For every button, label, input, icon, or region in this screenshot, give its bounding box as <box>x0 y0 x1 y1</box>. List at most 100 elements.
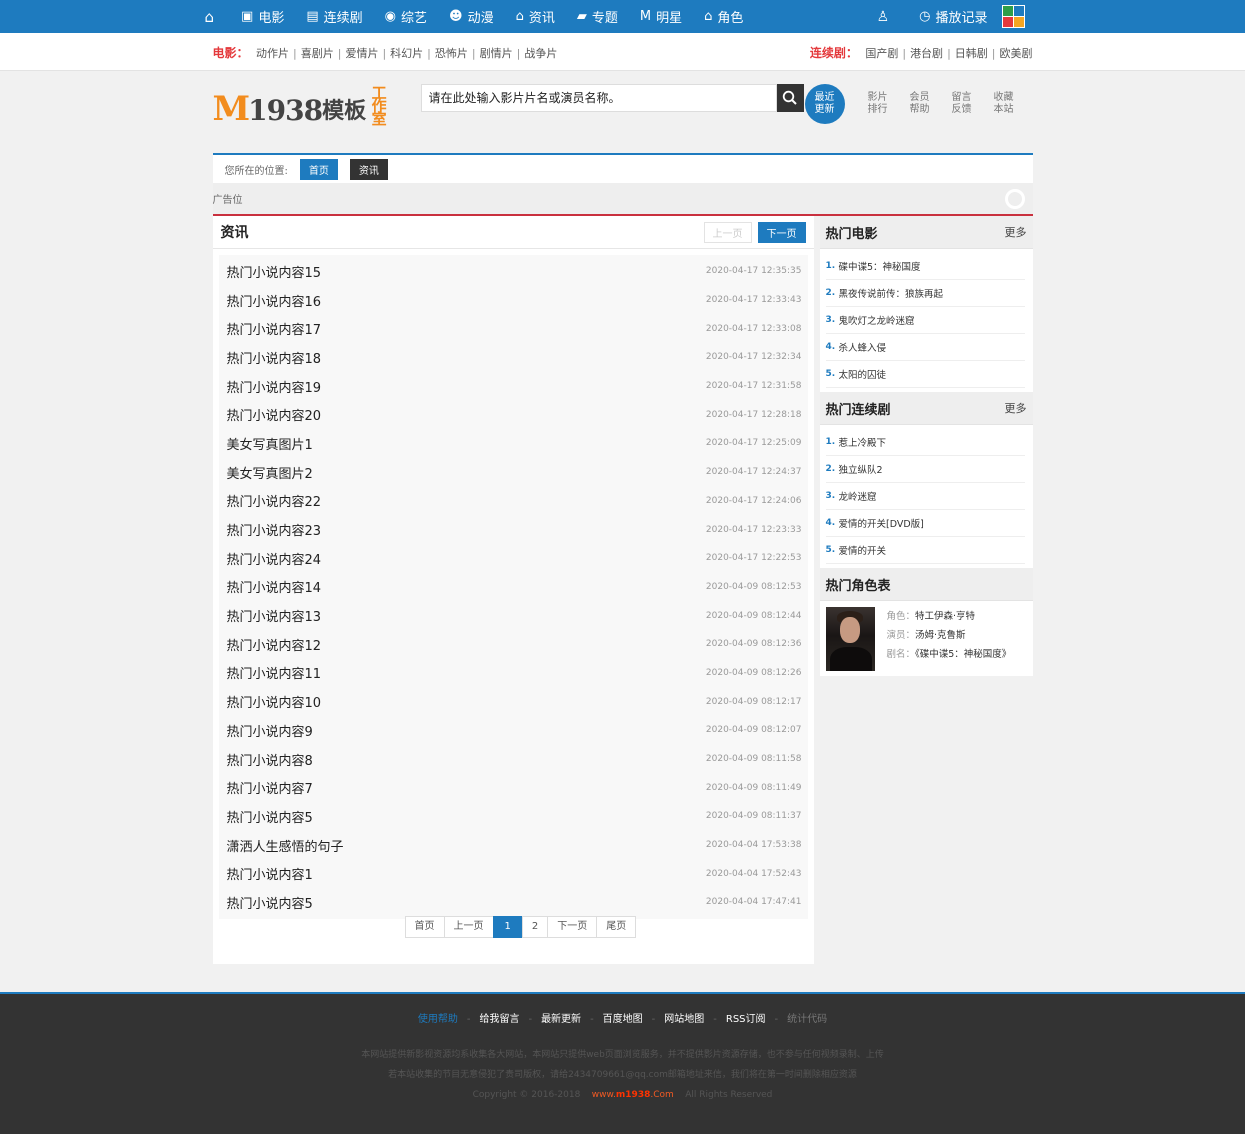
quick-link-1[interactable]: 会员 帮助 <box>899 92 941 116</box>
site-logo[interactable]: M 1938 模板 工作室 <box>213 86 391 127</box>
footer-link[interactable]: 给我留言 <box>479 1014 519 1025</box>
home-link[interactable]: ⌂ <box>205 0 231 33</box>
news-title-link[interactable]: 热门小说内容9 <box>227 721 313 740</box>
news-title-link[interactable]: 热门小说内容23 <box>227 520 322 539</box>
list-item[interactable]: 热门小说内容16 2020-04-17 12:33:43 <box>219 286 808 315</box>
prev-page-button[interactable]: 上一页 <box>703 221 752 243</box>
pager-item[interactable]: 尾页 <box>596 916 637 938</box>
search-input[interactable]: 请在此处输入影片片名或演员名称。 <box>420 84 777 112</box>
sidebar-list-item[interactable]: 3. 龙岭迷窟 <box>825 483 1025 510</box>
list-item[interactable]: 热门小说内容20 2020-04-17 12:28:18 <box>219 400 808 429</box>
recent-update-button[interactable]: 最近 更新 <box>804 84 845 124</box>
sidebar-list-item[interactable]: 1. 惹上冷殿下 <box>825 429 1025 456</box>
news-title-link[interactable]: 热门小说内容1 <box>227 864 313 883</box>
list-item[interactable]: 热门小说内容11 2020-04-09 08:12:26 <box>219 659 808 688</box>
pager-item[interactable]: 首页 <box>404 916 445 938</box>
news-title-link[interactable]: 热门小说内容24 <box>227 549 322 568</box>
series-category-link[interactable]: 港台剧 <box>910 47 943 60</box>
nav-item-1[interactable]: ▤ 连续剧 <box>295 0 373 33</box>
sidebar-list-item[interactable]: 2. 独立纵队2 <box>825 456 1025 483</box>
list-item[interactable]: 热门小说内容8 2020-04-09 08:11:58 <box>219 745 808 774</box>
actor-value[interactable]: 汤姆·克鲁斯 <box>915 630 966 641</box>
news-title-link[interactable]: 热门小说内容7 <box>227 778 313 797</box>
news-title-link[interactable]: 热门小说内容11 <box>227 663 322 682</box>
footer-link[interactable]: 百度地图 <box>603 1014 643 1025</box>
user-link[interactable]: ♙ <box>866 0 906 33</box>
series-category-link[interactable]: 欧美剧 <box>1000 47 1033 60</box>
list-item[interactable]: 热门小说内容22 2020-04-17 12:24:06 <box>219 487 808 516</box>
sidebar-list-item[interactable]: 4. 爱情的开关[DVD版] <box>825 510 1025 537</box>
role-value[interactable]: 特工伊森·亨特 <box>915 611 975 622</box>
movie-category-link[interactable]: 战争片 <box>524 47 557 60</box>
list-item[interactable]: 热门小说内容15 2020-04-17 12:35:35 <box>219 257 808 286</box>
series-category-link[interactable]: 日韩剧 <box>955 47 988 60</box>
news-title-link[interactable]: 热门小说内容15 <box>227 262 322 281</box>
search-button[interactable] <box>776 84 804 112</box>
list-item[interactable]: 热门小说内容19 2020-04-17 12:31:58 <box>219 372 808 401</box>
nav-item-7[interactable]: ⌂ 角色 <box>693 0 754 33</box>
list-item[interactable]: 热门小说内容13 2020-04-09 08:12:44 <box>219 601 808 630</box>
list-item[interactable]: 美女写真图片1 2020-04-17 12:25:09 <box>219 429 808 458</box>
nav-item-0[interactable]: ▣ 电影 <box>230 0 295 33</box>
news-title-link[interactable]: 热门小说内容13 <box>227 606 322 625</box>
movie-category-link[interactable]: 喜剧片 <box>301 47 334 60</box>
pager-item[interactable]: 1 <box>492 916 523 938</box>
news-title-link[interactable]: 热门小说内容12 <box>227 635 322 654</box>
list-item[interactable]: 潇洒人生感悟的句子 2020-04-04 17:53:38 <box>219 831 808 860</box>
actor-photo[interactable] <box>825 607 875 671</box>
hot-movies-more[interactable]: 更多 <box>1005 224 1027 240</box>
list-item[interactable]: 热门小说内容10 2020-04-09 08:12:17 <box>219 687 808 716</box>
sidebar-list-item[interactable]: 1. 碟中谍5：神秘国度 <box>825 253 1025 280</box>
nav-item-3[interactable]: ☻ 动漫 <box>438 0 505 33</box>
news-title-link[interactable]: 热门小说内容10 <box>227 692 322 711</box>
movie-category-link[interactable]: 动作片 <box>256 47 289 60</box>
movie-category-link[interactable]: 剧情片 <box>480 47 513 60</box>
footer-link[interactable]: RSS订阅 <box>726 1014 766 1025</box>
list-item[interactable]: 热门小说内容9 2020-04-09 08:12:07 <box>219 716 808 745</box>
site-domain-link[interactable]: www.m1938.Com <box>592 1090 674 1100</box>
news-title-link[interactable]: 热门小说内容19 <box>227 377 322 396</box>
list-item[interactable]: 热门小说内容24 2020-04-17 12:22:53 <box>219 544 808 573</box>
sidebar-list-item[interactable]: 5. 太阳的囚徒 <box>825 361 1025 388</box>
movie-category-link[interactable]: 爱情片 <box>345 47 378 60</box>
sidebar-list-item[interactable]: 5. 爱情的开关 <box>825 537 1025 564</box>
news-title-link[interactable]: 热门小说内容17 <box>227 319 322 338</box>
news-title-link[interactable]: 潇洒人生感悟的句子 <box>227 836 344 855</box>
movie-category-link[interactable]: 科幻片 <box>390 47 423 60</box>
quick-link-0[interactable]: 影片 排行 <box>857 92 899 116</box>
footer-link[interactable]: 网站地图 <box>664 1014 704 1025</box>
pager-item[interactable]: 2 <box>521 916 549 938</box>
news-title-link[interactable]: 热门小说内容14 <box>227 577 322 596</box>
quick-link-3[interactable]: 收藏 本站 <box>983 92 1025 116</box>
news-title-link[interactable]: 美女写真图片2 <box>227 463 313 482</box>
series-category-link[interactable]: 国产剧 <box>865 47 898 60</box>
sidebar-list-item[interactable]: 3. 鬼吹灯之龙岭迷窟 <box>825 307 1025 334</box>
list-item[interactable]: 热门小说内容14 2020-04-09 08:12:53 <box>219 573 808 602</box>
movie-category-link[interactable]: 恐怖片 <box>435 47 468 60</box>
list-item[interactable]: 热门小说内容7 2020-04-09 08:11:49 <box>219 773 808 802</box>
list-item[interactable]: 热门小说内容5 2020-04-04 17:47:41 <box>219 888 808 917</box>
sidebar-list-item[interactable]: 2. 黑夜传说前传：狼族再起 <box>825 280 1025 307</box>
news-title-link[interactable]: 美女写真图片1 <box>227 434 313 453</box>
list-item[interactable]: 热门小说内容18 2020-04-17 12:32:34 <box>219 343 808 372</box>
drama-value[interactable]: 《碟中谍5：神秘国度》 <box>915 649 1011 660</box>
list-item[interactable]: 热门小说内容1 2020-04-04 17:52:43 <box>219 859 808 888</box>
history-link[interactable]: ◷ 播放记录 <box>919 0 987 33</box>
list-item[interactable]: 热门小说内容23 2020-04-17 12:23:33 <box>219 515 808 544</box>
hot-series-more[interactable]: 更多 <box>1005 400 1027 416</box>
news-title-link[interactable]: 热门小说内容5 <box>227 807 313 826</box>
news-title-link[interactable]: 热门小说内容16 <box>227 291 322 310</box>
nav-item-6[interactable]: M 明星 <box>629 0 693 33</box>
role-card[interactable]: 角色：特工伊森·亨特 演员：汤姆·克鲁斯 剧名：《碟中谍5：神秘国度》 <box>819 601 1033 676</box>
pager-item[interactable]: 上一页 <box>443 916 494 938</box>
sidebar-list-item[interactable]: 4. 杀人蜂入侵 <box>825 334 1025 361</box>
next-page-button[interactable]: 下一页 <box>757 221 806 243</box>
nav-item-5[interactable]: ▰ 专题 <box>566 0 629 33</box>
news-title-link[interactable]: 热门小说内容8 <box>227 750 313 769</box>
breadcrumb-current[interactable]: 资讯 <box>349 158 388 180</box>
news-title-link[interactable]: 热门小说内容22 <box>227 491 322 510</box>
list-item[interactable]: 美女写真图片2 2020-04-17 12:24:37 <box>219 458 808 487</box>
list-item[interactable]: 热门小说内容17 2020-04-17 12:33:08 <box>219 314 808 343</box>
news-title-link[interactable]: 热门小说内容5 <box>227 893 313 912</box>
news-title-link[interactable]: 热门小说内容18 <box>227 348 322 367</box>
